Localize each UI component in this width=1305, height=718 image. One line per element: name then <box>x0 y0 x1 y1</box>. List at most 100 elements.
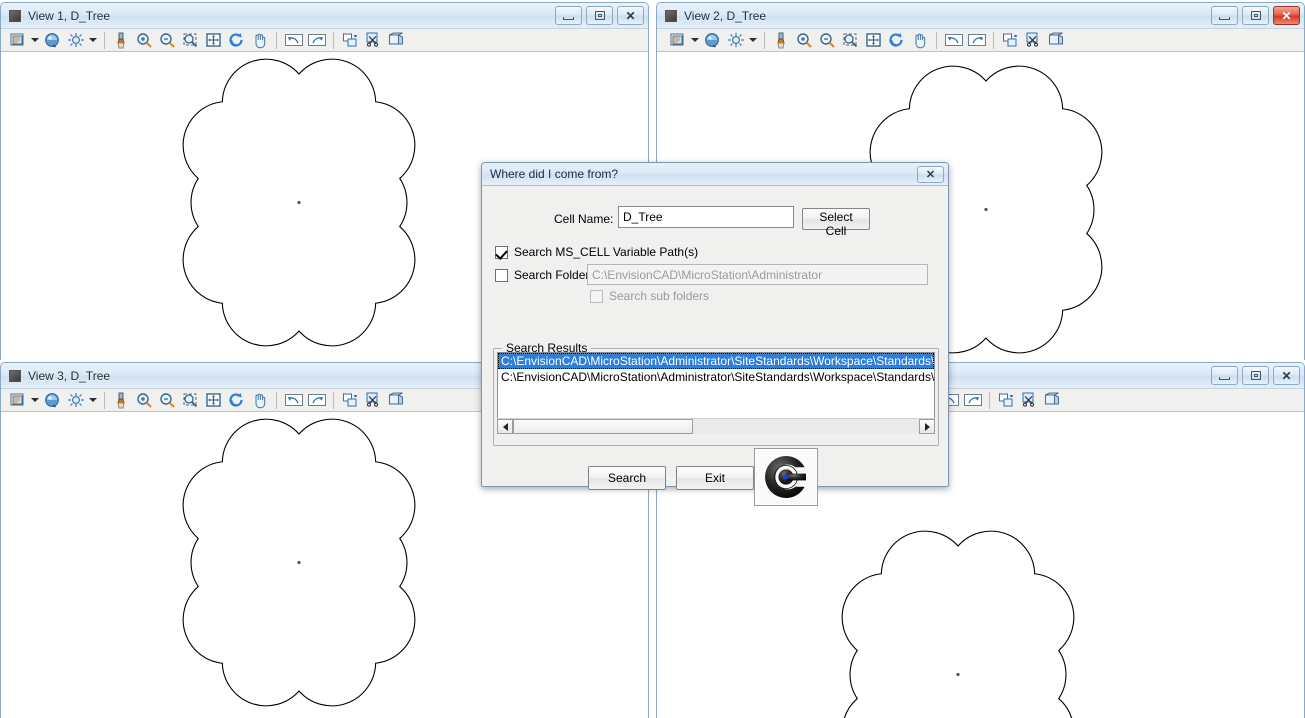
window-area-icon[interactable] <box>180 30 201 50</box>
clip-mask-icon[interactable] <box>386 390 407 410</box>
where-did-i-come-from-dialog[interactable]: Where did I come from? ✕ Cell Name: Sele… <box>481 162 949 506</box>
view-attributes-icon[interactable] <box>667 30 688 50</box>
search-folder-checkbox[interactable] <box>495 269 508 282</box>
view-next-icon[interactable] <box>962 390 983 410</box>
scroll-left-button[interactable] <box>497 419 513 434</box>
search-folder-input[interactable] <box>587 264 928 285</box>
search-ms-cell-label: Search MS_CELL Variable Path(s) <box>514 245 699 259</box>
rotate-view-icon[interactable] <box>886 30 907 50</box>
search-sub-folders-checkbox[interactable] <box>590 290 603 303</box>
copy-view-icon[interactable] <box>996 390 1017 410</box>
fit-view-icon[interactable] <box>203 30 224 50</box>
envisioncad-logo-button[interactable] <box>754 448 818 506</box>
search-ms-cell-checkbox[interactable] <box>495 246 508 259</box>
list-item[interactable]: C:\EnvisionCAD\MicroStation\Administrato… <box>498 369 934 385</box>
scrollbar-track[interactable] <box>693 419 919 434</box>
zoom-out-icon[interactable] <box>817 30 838 50</box>
clip-volume-icon[interactable] <box>363 30 384 50</box>
view-next-icon[interactable] <box>306 30 327 50</box>
view-menu-icon[interactable] <box>9 369 21 382</box>
view-display-mode-icon[interactable] <box>65 30 86 50</box>
clip-volume-icon[interactable] <box>363 390 384 410</box>
view-4-close-button[interactable]: ✕ <box>1273 366 1300 385</box>
view-attributes-dropdown-icon[interactable] <box>30 390 40 410</box>
copy-view-icon[interactable] <box>1000 30 1021 50</box>
view-2-titlebar[interactable]: View 2, D_Tree ✕ <box>657 3 1304 28</box>
fit-view-icon[interactable] <box>863 30 884 50</box>
view-display-dropdown-icon[interactable] <box>748 30 758 50</box>
view-attributes-icon[interactable] <box>7 30 28 50</box>
view-4-restore-button[interactable] <box>1242 366 1269 385</box>
view-previous-icon[interactable] <box>283 390 304 410</box>
view-attributes-dropdown-icon[interactable] <box>30 30 40 50</box>
view-display-mode-icon[interactable] <box>725 30 746 50</box>
zoom-out-icon[interactable] <box>157 390 178 410</box>
view-4-minimize-button[interactable] <box>1211 366 1238 385</box>
dialog-titlebar[interactable]: Where did I come from? ✕ <box>482 163 948 186</box>
pan-view-icon[interactable] <box>909 30 930 50</box>
display-style-icon[interactable] <box>42 30 63 50</box>
rotate-view-icon[interactable] <box>226 390 247 410</box>
view-attributes-icon[interactable] <box>7 390 28 410</box>
search-button[interactable]: Search <box>588 466 666 490</box>
zoom-in-icon[interactable] <box>134 30 155 50</box>
search-results-hscrollbar[interactable] <box>497 418 935 434</box>
view-4-window-controls[interactable]: ✕ <box>1211 366 1300 385</box>
display-style-icon[interactable] <box>702 30 723 50</box>
view-1-titlebar[interactable]: View 1, D_Tree ✕ <box>1 3 648 28</box>
clip-volume-icon[interactable] <box>1019 390 1040 410</box>
view-1-window-controls[interactable]: ✕ <box>555 6 644 25</box>
clip-volume-icon[interactable] <box>1023 30 1044 50</box>
view-display-mode-icon[interactable] <box>65 390 86 410</box>
toolbar-separator <box>333 31 334 49</box>
view-display-dropdown-icon[interactable] <box>88 390 98 410</box>
view-previous-icon[interactable] <box>943 30 964 50</box>
update-view-icon[interactable] <box>111 390 132 410</box>
update-view-icon[interactable] <box>771 30 792 50</box>
view-2-toolbar[interactable] <box>657 28 1304 51</box>
scrollbar-thumb[interactable] <box>513 419 693 434</box>
clip-mask-icon[interactable] <box>1042 390 1063 410</box>
pan-view-icon[interactable] <box>249 390 270 410</box>
view-2-title: View 2, D_Tree <box>684 8 767 23</box>
dialog-close-button[interactable]: ✕ <box>917 166 944 183</box>
view-attributes-dropdown-icon[interactable] <box>690 30 700 50</box>
view-previous-icon[interactable] <box>283 30 304 50</box>
search-folder-label: Search Folder: <box>514 268 593 282</box>
update-view-icon[interactable] <box>111 30 132 50</box>
view-1-restore-button[interactable] <box>586 6 613 25</box>
search-results-listbox[interactable]: C:\EnvisionCAD\MicroStation\Administrato… <box>497 352 935 424</box>
copy-view-icon[interactable] <box>340 390 361 410</box>
select-cell-button[interactable]: Select Cell <box>802 208 870 238</box>
pan-view-icon[interactable] <box>249 30 270 50</box>
view-1-minimize-button[interactable] <box>555 6 582 25</box>
view-1-toolbar[interactable] <box>1 28 648 51</box>
view-2-window-controls[interactable]: ✕ <box>1211 6 1300 25</box>
scroll-right-button[interactable] <box>919 419 935 434</box>
view-display-dropdown-icon[interactable] <box>88 30 98 50</box>
copy-view-icon[interactable] <box>340 30 361 50</box>
view-2-minimize-button[interactable] <box>1211 6 1238 25</box>
view-next-icon[interactable] <box>306 390 327 410</box>
cell-name-input[interactable] <box>618 206 794 228</box>
rotate-view-icon[interactable] <box>226 30 247 50</box>
exit-button[interactable]: Exit <box>676 466 754 490</box>
zoom-out-icon[interactable] <box>157 30 178 50</box>
view-2-close-button[interactable]: ✕ <box>1273 6 1300 25</box>
view-2-restore-button[interactable] <box>1242 6 1269 25</box>
window-area-icon[interactable] <box>840 30 861 50</box>
toolbar-separator <box>104 391 105 409</box>
zoom-in-icon[interactable] <box>134 390 155 410</box>
clip-mask-icon[interactable] <box>386 30 407 50</box>
zoom-in-icon[interactable] <box>794 30 815 50</box>
toolbar-separator <box>276 31 277 49</box>
view-1-close-button[interactable]: ✕ <box>617 6 644 25</box>
fit-view-icon[interactable] <box>203 390 224 410</box>
display-style-icon[interactable] <box>42 390 63 410</box>
view-next-icon[interactable] <box>966 30 987 50</box>
list-item[interactable]: C:\EnvisionCAD\MicroStation\Administrato… <box>498 353 934 369</box>
view-menu-icon[interactable] <box>665 9 677 22</box>
window-area-icon[interactable] <box>180 390 201 410</box>
view-menu-icon[interactable] <box>9 9 21 22</box>
clip-mask-icon[interactable] <box>1046 30 1067 50</box>
